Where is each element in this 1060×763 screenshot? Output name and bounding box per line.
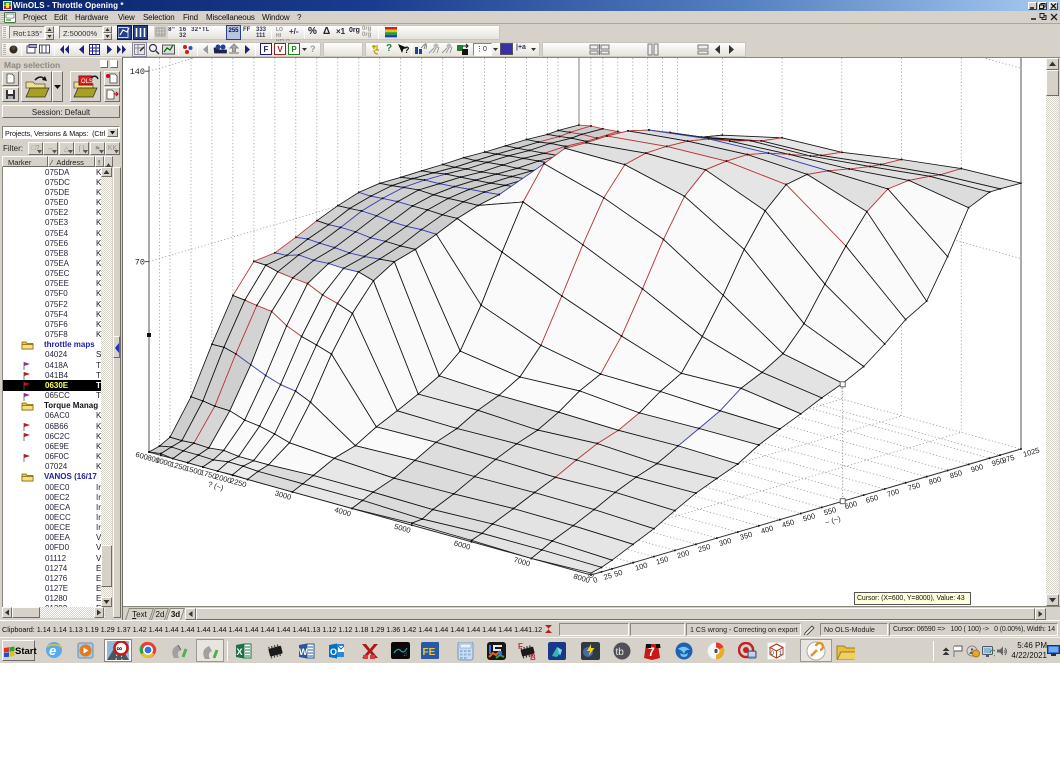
svg-text:X: X <box>237 647 243 657</box>
svg-text:FE: FE <box>423 647 436 658</box>
svg-text:B: B <box>530 653 536 661</box>
svg-text:W: W <box>299 647 308 657</box>
svg-text:OLS: OLS <box>81 79 93 85</box>
svg-text:150: 150 <box>655 554 670 566</box>
svg-text:F: F <box>518 642 523 651</box>
svg-text:♫: ♫ <box>403 652 408 658</box>
svg-text:250: 250 <box>697 542 712 554</box>
svg-text:50: 50 <box>613 568 624 579</box>
svg-text:?: ? <box>404 45 410 55</box>
svg-text:25: 25 <box>603 571 614 582</box>
svg-text:∞: ∞ <box>117 644 123 653</box>
svg-text:70: 70 <box>135 258 145 268</box>
svg-text:tb: tb <box>616 647 625 658</box>
svg-text:O: O <box>330 647 337 657</box>
svg-text:1025: 1025 <box>1022 446 1041 459</box>
svg-text:5000: 5000 <box>393 522 412 535</box>
svg-text:700: 700 <box>886 487 901 499</box>
svg-text:8000: 8000 <box>572 572 591 585</box>
svg-text:140: 140 <box>130 67 145 77</box>
svg-text:800: 800 <box>928 474 943 486</box>
svg-text:900: 900 <box>970 462 985 474</box>
